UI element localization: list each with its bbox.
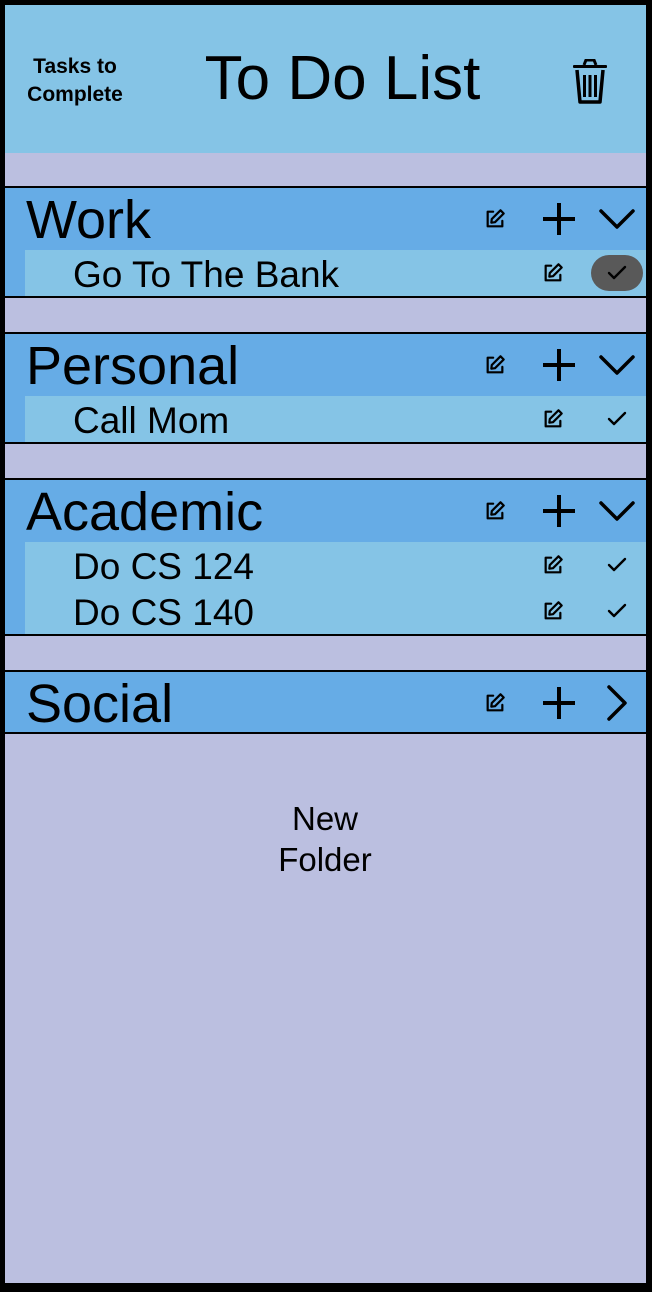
task-item[interactable]: Do CS 124 [25, 542, 646, 588]
edit-icon[interactable] [539, 588, 567, 634]
folder-header[interactable]: Work [5, 186, 646, 250]
folder-academic: Academic Do CS 124 Do CS 140 [5, 478, 646, 636]
task-list: Go To The Bank [5, 250, 646, 298]
chevron-right-icon[interactable] [597, 672, 637, 734]
task-label: Do CS 124 [73, 546, 254, 587]
task-item[interactable]: Go To The Bank [25, 250, 646, 296]
folder-name: Personal [26, 336, 240, 396]
add-icon[interactable] [539, 334, 579, 396]
folder-personal: Personal Call Mom [5, 332, 646, 444]
chevron-down-icon[interactable] [597, 334, 637, 396]
task-list: Call Mom [5, 396, 646, 444]
folder-header[interactable]: Academic [5, 478, 646, 542]
page-title: To Do List [204, 44, 481, 113]
add-icon[interactable] [539, 188, 579, 250]
check-icon[interactable] [591, 542, 643, 588]
new-folder-label: New Folder [278, 800, 372, 878]
edit-icon[interactable] [479, 672, 511, 734]
check-icon[interactable] [591, 588, 643, 634]
edit-icon[interactable] [539, 396, 567, 442]
check-pill [591, 255, 643, 291]
folder-work: Work Go To The Bank [5, 186, 646, 298]
folder-name: Academic [26, 482, 264, 542]
task-item[interactable]: Do CS 140 [25, 588, 646, 634]
task-label: Call Mom [73, 400, 230, 441]
app-frame: Tasks to Complete To Do List Work Go To T… [5, 5, 646, 1283]
edit-icon[interactable] [539, 542, 567, 588]
check-icon[interactable] [591, 396, 643, 442]
task-label: Go To The Bank [73, 254, 340, 295]
task-label: Do CS 140 [73, 592, 254, 633]
tasks-to-complete-label: Tasks to Complete [27, 55, 123, 106]
new-folder-button[interactable]: New Folder [225, 798, 425, 880]
folder-header[interactable]: Personal [5, 332, 646, 396]
folder-header[interactable]: Social [5, 670, 646, 734]
header-bar: Tasks to Complete To Do List [5, 5, 646, 153]
folder-name: Social [26, 674, 174, 734]
edit-icon[interactable] [479, 188, 511, 250]
edit-icon[interactable] [479, 334, 511, 396]
folder-name: Work [26, 190, 152, 250]
edit-icon[interactable] [539, 250, 567, 296]
add-icon[interactable] [539, 672, 579, 734]
task-list: Do CS 124 Do CS 140 [5, 542, 646, 636]
chevron-down-icon[interactable] [597, 188, 637, 250]
trash-icon[interactable] [571, 58, 609, 105]
edit-icon[interactable] [479, 480, 511, 542]
tasks-to-complete-button[interactable]: Tasks to Complete [15, 53, 135, 109]
add-icon[interactable] [539, 480, 579, 542]
folder-social: Social [5, 670, 646, 734]
chevron-down-icon[interactable] [597, 480, 637, 542]
task-item[interactable]: Call Mom [25, 396, 646, 442]
check-icon[interactable] [591, 250, 643, 296]
